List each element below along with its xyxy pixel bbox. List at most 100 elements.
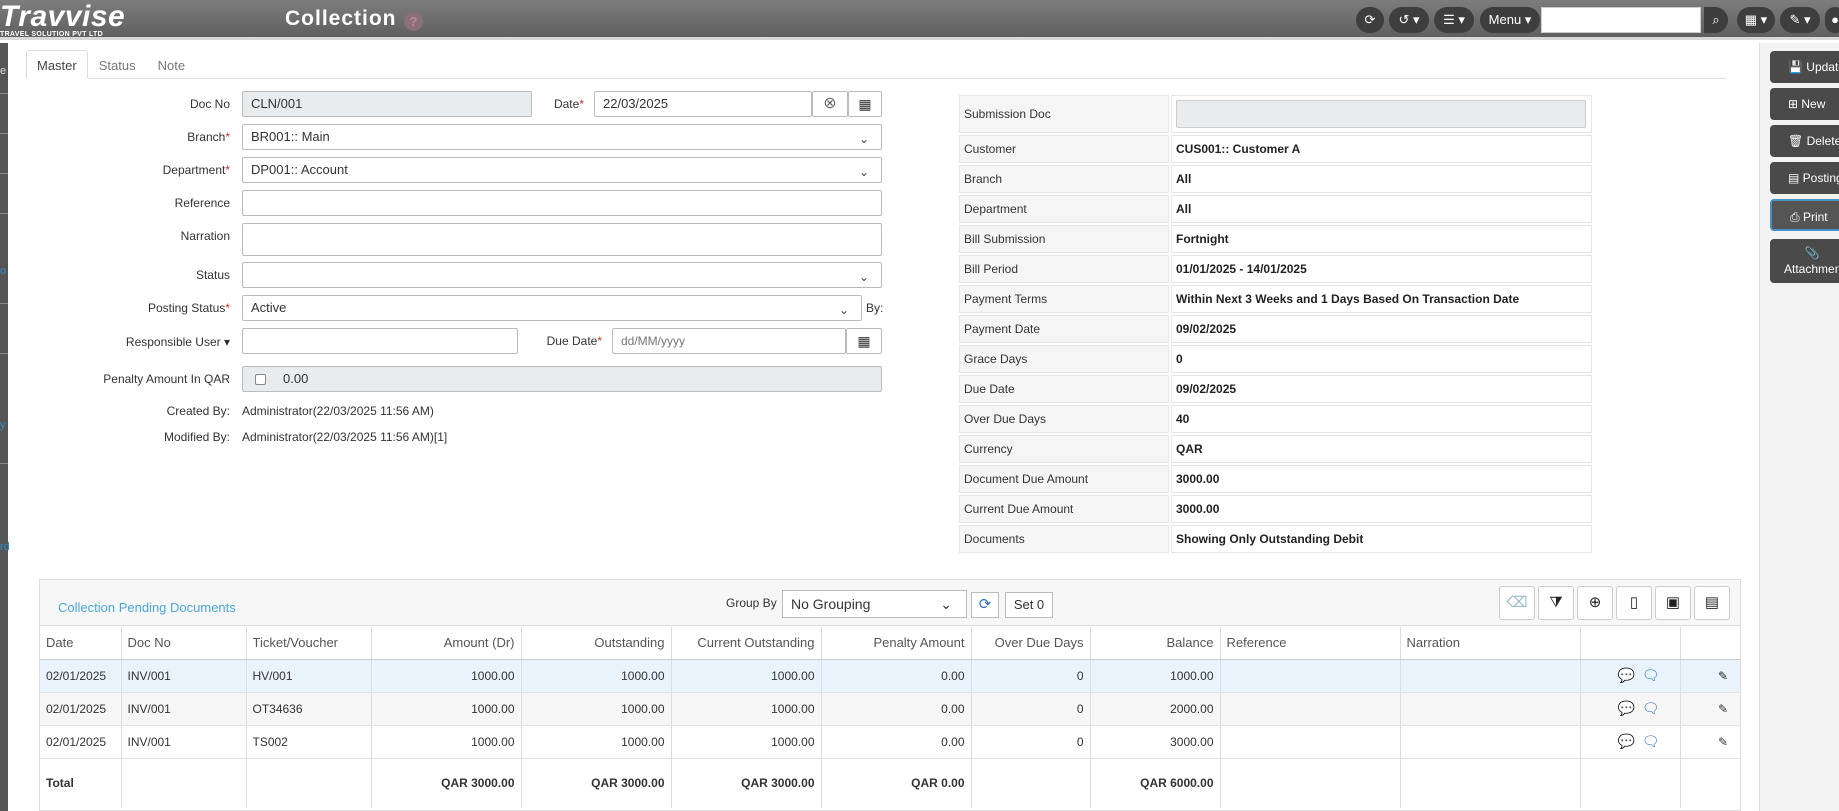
- update-label: Update: [1806, 60, 1839, 74]
- table-row[interactable]: 02/01/2025 INV/001 HV/001 1000.00 1000.0…: [40, 659, 1740, 693]
- set-button[interactable]: Set 0: [1005, 592, 1053, 618]
- global-search-input[interactable]: [1541, 7, 1701, 33]
- filter-icon[interactable]: ⧩: [1538, 586, 1574, 620]
- csv-icon[interactable]: ▣: [1655, 586, 1691, 620]
- penalty-field: 0.00: [242, 366, 882, 392]
- delete-button[interactable]: 🗑 Delete: [1770, 125, 1839, 157]
- comments-icon[interactable]: 💬: [1618, 733, 1635, 749]
- refresh-icon[interactable]: ⟳: [971, 592, 999, 618]
- total-empty: [246, 758, 372, 808]
- col-balance[interactable]: Balance: [1090, 627, 1221, 660]
- tab-master[interactable]: Master: [26, 50, 88, 79]
- modified-by-value: Administrator(22/03/2025 11:56 AM)[1]: [242, 430, 448, 444]
- department-select[interactable]: DP001:: Account ⌄: [242, 157, 882, 183]
- edit-pencil-icon[interactable]: ✎: [1718, 702, 1728, 716]
- posting-label: Posting: [1802, 171, 1839, 185]
- summary-label: Customer: [959, 135, 1169, 163]
- col-reference[interactable]: Reference: [1220, 627, 1401, 660]
- cell-narration: [1400, 725, 1581, 759]
- doc-no-label: Doc No: [189, 97, 230, 111]
- due-date-input[interactable]: [612, 328, 846, 354]
- edit-pencil-icon[interactable]: ✎: [1718, 669, 1728, 683]
- new-button[interactable]: ⊞ New: [1770, 88, 1839, 120]
- calendar-icon[interactable]: ▦: [848, 91, 882, 117]
- comments-icon[interactable]: 💬: [1618, 700, 1635, 716]
- nav-edge-item[interactable]: y: [0, 419, 6, 431]
- summary-value: 40: [1171, 405, 1592, 433]
- chevron-down-icon: ⌄: [858, 270, 869, 284]
- narration-label: Narration: [180, 229, 230, 243]
- narration-textarea[interactable]: [242, 223, 882, 256]
- eraser-icon[interactable]: ⌫: [1499, 586, 1535, 620]
- col-outstanding[interactable]: Outstanding: [521, 627, 672, 660]
- cell-comments: 💬 🗨: [1580, 692, 1681, 726]
- user-icon[interactable]: ●: [1825, 7, 1839, 33]
- table-row[interactable]: 02/01/2025 INV/001 TS002 1000.00 1000.00…: [40, 725, 1740, 759]
- clear-date-icon[interactable]: ⊗: [812, 91, 848, 117]
- update-button[interactable]: 💾 Update: [1770, 51, 1839, 83]
- col-narration[interactable]: Narration: [1400, 627, 1581, 660]
- refresh-icon[interactable]: ⟳: [1356, 7, 1384, 33]
- attachment-button[interactable]: 📎 Attachment: [1770, 239, 1839, 283]
- table-row[interactable]: 02/01/2025 INV/001 OT34636 1000.00 1000.…: [40, 692, 1740, 726]
- edit-pencil-icon[interactable]: ✎: [1718, 735, 1728, 749]
- print-button[interactable]: ⎙ Print: [1770, 199, 1839, 231]
- nav-edge-item[interactable]: rd: [0, 541, 10, 553]
- tab-status[interactable]: Status: [88, 50, 147, 79]
- total-label: Total: [40, 758, 122, 808]
- comment-icon[interactable]: 🗨: [1642, 700, 1660, 716]
- columns-icon[interactable]: ▤: [1694, 586, 1730, 620]
- menu-button[interactable]: Menu ▾: [1480, 7, 1540, 33]
- summary-label: Grace Days: [959, 345, 1169, 373]
- summary-value: 0: [1171, 345, 1592, 373]
- posting-button[interactable]: ▤ Posting: [1770, 162, 1839, 194]
- reference-input[interactable]: [242, 190, 882, 216]
- comments-icon[interactable]: 💬: [1618, 667, 1635, 683]
- date-label-text: Date: [553, 97, 580, 111]
- action-panel: 💾 Update ⊞ New 🗑 Delete ▤ Posting ⎙ Prin…: [1759, 43, 1839, 811]
- search-icon[interactable]: ⌕: [1704, 7, 1728, 33]
- col-ticket-voucher[interactable]: Ticket/Voucher: [246, 627, 372, 660]
- responsible-user-label[interactable]: Responsible User ▾: [110, 335, 230, 349]
- zoom-icon[interactable]: ⊕: [1577, 586, 1613, 620]
- list-menu-icon[interactable]: ☰ ▾: [1434, 7, 1474, 33]
- col-edit: [1680, 627, 1740, 660]
- penalty-checkbox[interactable]: [255, 374, 266, 385]
- theme-brush-icon[interactable]: ✎ ▾: [1780, 7, 1820, 33]
- responsible-user-input[interactable]: [242, 328, 518, 354]
- group-by-select[interactable]: No Grouping ⌄: [782, 590, 967, 618]
- history-icon[interactable]: ↺ ▾: [1389, 7, 1429, 33]
- date-field[interactable]: 22/03/2025: [594, 91, 812, 117]
- summary-table: Submission Doc Customer CUS001:: Customer…: [957, 93, 1594, 555]
- help-icon[interactable]: ?: [404, 12, 423, 31]
- department-label: Department*: [162, 163, 230, 177]
- submission-doc-field: [1176, 100, 1586, 128]
- comment-icon[interactable]: 🗨: [1642, 667, 1660, 683]
- col-doc-no[interactable]: Doc No: [121, 627, 247, 660]
- modified-by-label: Modified By:: [163, 430, 230, 444]
- col-amount-dr[interactable]: Amount (Dr): [371, 627, 522, 660]
- col-current-outstanding[interactable]: Current Outstanding: [671, 627, 822, 660]
- calendar-icon[interactable]: ▦: [846, 328, 882, 354]
- chevron-down-icon: ⌄: [858, 132, 869, 146]
- summary-label: Submission Doc: [959, 95, 1169, 133]
- posting-status-select[interactable]: Active ⌄: [242, 295, 862, 321]
- pdf-icon[interactable]: ▯: [1616, 586, 1652, 620]
- comment-icon[interactable]: 🗨: [1642, 733, 1660, 749]
- nav-edge-item[interactable]: e: [0, 65, 6, 77]
- tab-note[interactable]: Note: [147, 50, 196, 79]
- cell-balance: 1000.00: [1090, 659, 1221, 693]
- cell-penalty-amount: 0.00: [821, 692, 972, 726]
- language-icon[interactable]: ▦ ▾: [1737, 7, 1775, 33]
- attachment-label: Attachment: [1784, 262, 1839, 276]
- summary-label: Bill Submission: [959, 225, 1169, 253]
- col-date[interactable]: Date: [40, 627, 122, 660]
- cell-ticket-voucher: HV/001: [246, 659, 372, 693]
- col-penalty-amount[interactable]: Penalty Amount: [821, 627, 972, 660]
- status-select[interactable]: ⌄: [242, 262, 882, 288]
- created-by-value: Administrator(22/03/2025 11:56 AM): [242, 404, 434, 418]
- col-over-due-days[interactable]: Over Due Days: [971, 627, 1091, 660]
- nav-edge-item[interactable]: o: [0, 265, 6, 277]
- cell-amount-dr: 1000.00: [371, 659, 522, 693]
- branch-select[interactable]: BR001:: Main ⌄: [242, 124, 882, 150]
